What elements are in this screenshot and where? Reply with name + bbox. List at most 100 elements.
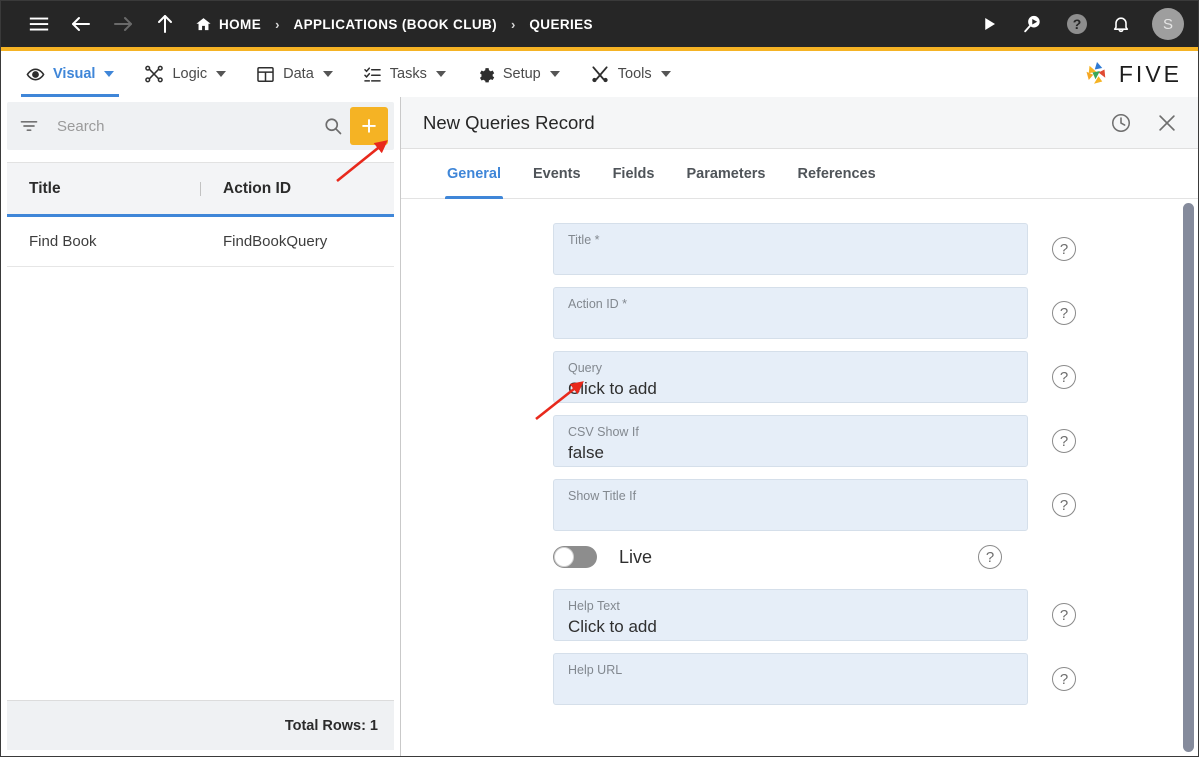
breadcrumb-item-home[interactable]: HOME	[195, 16, 261, 33]
help-icon[interactable]: ?	[1052, 667, 1076, 691]
add-record-button[interactable]: +	[350, 107, 388, 145]
hamburger-icon[interactable]	[19, 4, 59, 44]
title-field[interactable]: Title *	[553, 223, 1028, 275]
breadcrumb-item-queries[interactable]: QUERIES	[529, 17, 593, 32]
query-field[interactable]: Query Click to add	[553, 351, 1028, 403]
arrow-up-icon[interactable]	[145, 4, 185, 44]
menu-label-data: Data	[283, 66, 314, 82]
table-footer: Total Rows: 1	[7, 700, 394, 750]
run-icon[interactable]	[974, 9, 1004, 39]
eye-icon	[26, 65, 45, 84]
chevron-down-icon	[322, 71, 333, 77]
avatar[interactable]: S	[1152, 8, 1184, 40]
chevron-down-icon	[104, 71, 115, 77]
menu-item-data[interactable]: Data	[241, 51, 348, 97]
svg-text:?: ?	[1073, 16, 1082, 32]
search-run-icon[interactable]	[1018, 9, 1048, 39]
help-icon[interactable]: ?	[1062, 9, 1092, 39]
tab-parameters[interactable]: Parameters	[670, 149, 781, 198]
records-list-panel: + Title Action ID Find Book FindBookQuer…	[1, 97, 401, 756]
form-row-help-url: Help URL ?	[553, 653, 1128, 705]
top-nav-controls: HOME › APPLICATIONS (BOOK CLUB) › QUERIE…	[19, 4, 593, 44]
title-field-label: Title *	[568, 233, 600, 247]
menu-item-setup[interactable]: Setup	[461, 51, 575, 97]
chevron-down-icon	[549, 71, 560, 77]
filter-icon[interactable]	[19, 116, 45, 136]
home-icon	[195, 16, 212, 33]
menu-item-logic[interactable]: Logic	[129, 51, 241, 97]
history-clock-icon[interactable]	[1108, 110, 1134, 136]
csv-show-if-field-label: CSV Show If	[568, 425, 639, 439]
table-body: Find Book FindBookQuery	[7, 217, 394, 700]
help-icon[interactable]: ?	[1052, 603, 1076, 627]
arrow-left-icon[interactable]	[61, 4, 101, 44]
live-toggle[interactable]	[553, 546, 597, 568]
table-header-row: Title Action ID	[7, 163, 394, 217]
search-input[interactable]	[45, 117, 316, 135]
help-text-field-value: Click to add	[568, 617, 657, 636]
csv-show-if-field[interactable]: CSV Show If false	[553, 415, 1028, 467]
brand-name: FIVE	[1118, 60, 1182, 87]
five-logo-mark-icon	[1082, 59, 1112, 89]
records-table: Title Action ID Find Book FindBookQuery	[7, 162, 394, 700]
arrow-right-icon	[103, 4, 143, 44]
menu-label-setup: Setup	[502, 66, 541, 82]
form-row-csv-show-if: CSV Show If false ?	[553, 415, 1128, 467]
tools-icon	[590, 64, 610, 84]
menu-label-tasks: Tasks	[389, 66, 427, 82]
breadcrumb-label-home: HOME	[219, 16, 262, 32]
help-url-field[interactable]: Help URL	[553, 653, 1028, 705]
action-id-field-label: Action ID *	[568, 297, 628, 311]
tasks-icon	[363, 65, 382, 84]
help-icon[interactable]: ?	[978, 545, 1003, 569]
menu-item-visual[interactable]: Visual	[11, 51, 129, 97]
table-row[interactable]: Find Book FindBookQuery	[7, 217, 394, 267]
help-icon[interactable]: ?	[1052, 301, 1076, 325]
show-title-if-field-label: Show Title If	[568, 489, 637, 503]
top-navigation-bar: HOME › APPLICATIONS (BOOK CLUB) › QUERIE…	[1, 1, 1198, 47]
notifications-icon[interactable]	[1106, 9, 1136, 39]
column-header-action-id[interactable]: Action ID	[201, 180, 394, 198]
module-menu-bar: Visual Logic Data Tasks Setup Tools FIVE	[1, 51, 1198, 97]
help-icon[interactable]: ?	[1052, 493, 1076, 517]
tab-general[interactable]: General	[431, 149, 517, 199]
menu-item-tools[interactable]: Tools	[575, 51, 686, 97]
scrollbar-thumb[interactable]	[1183, 203, 1194, 752]
breadcrumb: HOME › APPLICATIONS (BOOK CLUB) › QUERIE…	[195, 16, 593, 33]
form-row-help-text: Help Text Click to add ?	[553, 589, 1128, 641]
close-icon[interactable]	[1154, 110, 1180, 136]
record-header-actions	[1108, 110, 1180, 136]
tab-fields[interactable]: Fields	[597, 149, 671, 198]
tab-events[interactable]: Events	[517, 149, 597, 198]
breadcrumb-separator-2: ›	[511, 16, 516, 32]
help-icon[interactable]: ?	[1052, 365, 1076, 389]
live-toggle-knob	[554, 547, 574, 567]
show-title-if-field[interactable]: Show Title If	[553, 479, 1028, 531]
menu-item-tasks[interactable]: Tasks	[348, 51, 461, 97]
breadcrumb-label-queries: QUERIES	[529, 16, 593, 32]
help-icon[interactable]: ?	[1052, 429, 1076, 453]
tab-references[interactable]: References	[781, 149, 891, 198]
menu-label-logic: Logic	[172, 66, 208, 82]
top-nav-actions: ? S	[974, 8, 1184, 40]
breadcrumb-label-applications: APPLICATIONS (BOOK CLUB)	[293, 16, 498, 32]
column-header-title[interactable]: Title	[7, 180, 201, 198]
query-field-label: Query	[568, 361, 603, 375]
form-row-live: Live ?	[553, 545, 1128, 569]
breadcrumb-item-applications[interactable]: APPLICATIONS (BOOK CLUB)	[293, 17, 497, 32]
record-tabs: General Events Fields Parameters Referen…	[401, 149, 1198, 199]
query-field-value: Click to add	[568, 379, 657, 398]
application-window: HOME › APPLICATIONS (BOOK CLUB) › QUERIE…	[0, 0, 1199, 757]
help-url-field-label: Help URL	[568, 663, 623, 677]
record-form: Title * ? Action ID * ? Query Click to a…	[401, 199, 1198, 756]
form-row-show-title-if: Show Title If ?	[553, 479, 1128, 531]
main-body: + Title Action ID Find Book FindBookQuer…	[1, 97, 1198, 756]
chevron-down-icon	[435, 71, 446, 77]
vertical-scrollbar[interactable]	[1183, 203, 1194, 752]
search-icon[interactable]	[316, 116, 350, 136]
help-icon[interactable]: ?	[1052, 237, 1076, 261]
flow-icon	[144, 64, 164, 84]
menu-label-visual: Visual	[53, 66, 96, 82]
action-id-field[interactable]: Action ID *	[553, 287, 1028, 339]
help-text-field[interactable]: Help Text Click to add	[553, 589, 1028, 641]
